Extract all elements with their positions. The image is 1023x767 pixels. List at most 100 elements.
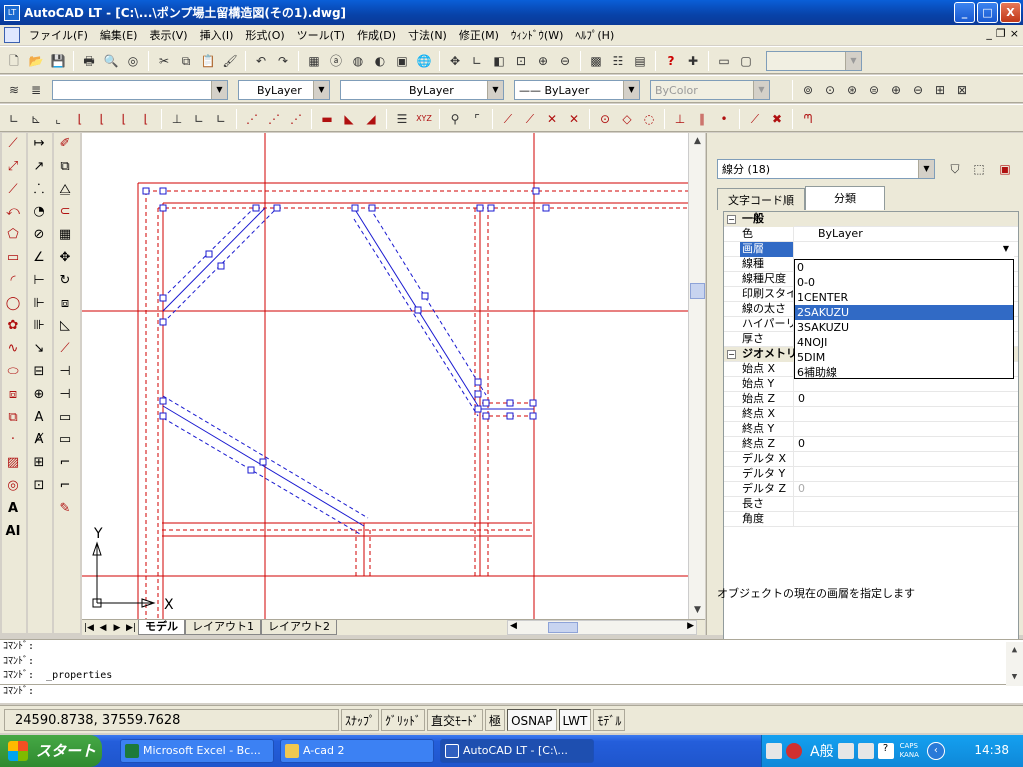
rectangle-icon[interactable]: ▭ — [2, 247, 24, 270]
ucs-x-icon[interactable]: ⊥ — [167, 109, 187, 129]
h-scroll-thumb[interactable] — [548, 622, 578, 633]
polyline-icon[interactable]: ⟋ — [2, 179, 24, 202]
minimize-button[interactable]: _ — [954, 2, 975, 23]
update-icon[interactable]: ✚ — [683, 51, 703, 71]
make-block-icon[interactable]: ⧉ — [2, 407, 24, 430]
drawing-vertical-scrollbar[interactable]: ▲ ▼ — [688, 133, 705, 619]
linetype-combo[interactable]: ByLayer ▼ — [340, 80, 504, 100]
ucs-origin-icon[interactable]: ⌞ — [48, 109, 68, 129]
category-general[interactable]: − 一般 — [724, 212, 1018, 227]
dim-text-edit-pal-icon[interactable]: Ⱥ — [28, 429, 50, 452]
grip[interactable] — [482, 399, 490, 407]
tab-categorized[interactable]: 分類 — [805, 186, 885, 210]
grip[interactable] — [351, 204, 359, 212]
lineweight-combo[interactable]: —— ByLayer ▼ — [514, 80, 640, 100]
globe-icon[interactable]: 🌐 — [414, 51, 434, 71]
dim-quick-pal-icon[interactable]: ⊢ — [28, 270, 50, 293]
pickadd-icon[interactable]: ▣ — [995, 159, 1015, 179]
prop-row[interactable]: 終点 Y — [724, 422, 1018, 437]
layer-option[interactable]: 0-0 — [795, 275, 1013, 290]
mdi-close-button[interactable]: × — [1010, 27, 1019, 40]
wblock-icon[interactable]: ◢ — [361, 109, 381, 129]
arc-polyline-icon[interactable]: ⤺ — [2, 201, 24, 224]
dim-continue-pal-icon[interactable]: ⊪ — [28, 315, 50, 338]
layer-dropdown-list[interactable]: 0 0-0 1CENTER 2SAKUZU 3SAKUZU 4NOJI 5DIM… — [794, 259, 1014, 379]
trim-icon[interactable]: ⊣ — [54, 361, 76, 384]
layer-dropdown[interactable]: ▼ — [794, 242, 1014, 257]
array-icon[interactable]: ▦ — [54, 224, 76, 247]
close-button[interactable]: X — [1000, 2, 1021, 23]
cut-icon[interactable]: ✂ — [154, 51, 174, 71]
taskbar-item-autocad[interactable]: AutoCAD LT - [C:\... — [440, 739, 594, 763]
grip[interactable] — [414, 306, 422, 314]
menu-view[interactable]: 表示(V) — [143, 27, 193, 43]
pan-icon[interactable]: ✥ — [445, 51, 465, 71]
dim-style-pal-icon[interactable]: ⊡ — [28, 475, 50, 498]
ellipse-icon[interactable]: ⬭ — [2, 361, 24, 384]
menu-edit[interactable]: 編集(E) — [94, 27, 144, 43]
publish-icon[interactable]: ◎ — [123, 51, 143, 71]
scroll-down-icon[interactable]: ▼ — [689, 602, 706, 619]
grip[interactable] — [159, 412, 167, 420]
dim-linear-icon[interactable]: ∟ — [4, 109, 24, 129]
grip[interactable] — [159, 294, 167, 302]
grip[interactable] — [529, 399, 537, 407]
explode-icon[interactable]: ✎ — [54, 498, 76, 521]
construction-line-icon[interactable]: ⤢ — [2, 156, 24, 179]
rotate-icon[interactable]: ↻ — [54, 270, 76, 293]
viewport-scale-combo[interactable]: ▼ — [766, 51, 862, 71]
snap-none-icon[interactable]: ✖ — [767, 109, 787, 129]
document-icon[interactable] — [4, 27, 20, 43]
region-icon[interactable]: ◎ — [2, 475, 24, 498]
fillet-icon[interactable]: ⌐ — [54, 475, 76, 498]
grip[interactable] — [474, 390, 482, 398]
keyboard-icon[interactable] — [766, 743, 782, 759]
grid-toggle[interactable]: ｸﾞﾘｯﾄﾞ — [381, 708, 426, 731]
grip[interactable] — [159, 397, 167, 405]
autocad-app-icon[interactable]: LT — [4, 4, 20, 21]
prop-row[interactable]: 始点 Z0 — [724, 392, 1018, 407]
redraw-icon[interactable]: ◐ — [370, 51, 390, 71]
menu-modify[interactable]: 修正(M) — [453, 27, 505, 43]
match-properties-icon[interactable]: 🖌 — [220, 51, 240, 71]
tab-prev-icon[interactable]: ◀ — [96, 623, 110, 633]
taskbar-item-excel[interactable]: Microsoft Excel - Bc... — [120, 739, 274, 763]
extend-icon[interactable]: ⊣ — [54, 384, 76, 407]
tab-next-icon[interactable]: ▶ — [110, 623, 124, 633]
ime-tool-icon[interactable] — [837, 743, 854, 759]
menu-window[interactable]: ｳｨﾝﾄﾞｳ(W) — [505, 27, 569, 43]
design-center-icon[interactable]: ▦ — [304, 51, 324, 71]
grip[interactable] — [421, 292, 429, 300]
zoom-dynamic-icon[interactable]: ⊛ — [842, 80, 862, 100]
grip[interactable] — [368, 204, 376, 212]
snap-intersection-icon[interactable]: ✕ — [542, 109, 562, 129]
grip[interactable] — [217, 262, 225, 270]
prop-row[interactable]: 終点 Z0 — [724, 437, 1018, 452]
grip[interactable] — [159, 204, 167, 212]
break-icon[interactable]: ▭ — [54, 429, 76, 452]
properties-icon[interactable]: ☷ — [608, 51, 628, 71]
selected-blue-lines[interactable] — [162, 207, 534, 527]
grip[interactable] — [159, 318, 167, 326]
menu-format[interactable]: 形式(O) — [239, 27, 290, 43]
ucs-object-icon[interactable]: ⌊ — [70, 109, 90, 129]
layer-option[interactable]: 4NOJI — [795, 335, 1013, 350]
layout-icon[interactable]: ▭ — [714, 51, 734, 71]
new-icon[interactable]: 🗋 — [4, 51, 24, 71]
menu-dimension[interactable]: 寸法(N) — [402, 27, 453, 43]
snap-tangent-icon[interactable]: ◌ — [639, 109, 659, 129]
hatch-icon[interactable]: ▨ — [2, 452, 24, 475]
print-icon[interactable]: 🖶 — [79, 51, 99, 71]
window-icon[interactable]: ◧ — [489, 51, 509, 71]
grip[interactable] — [474, 378, 482, 386]
brace-line-3[interactable] — [162, 405, 365, 527]
offset-icon[interactable]: ⊂ — [54, 201, 76, 224]
undo-icon[interactable]: ↶ — [251, 51, 271, 71]
tab-last-icon[interactable]: ▶| — [124, 623, 138, 633]
ucs-icon[interactable]: ∟ — [467, 51, 487, 71]
ucs-z-icon[interactable]: ∟ — [189, 109, 209, 129]
tolerance-pal-icon[interactable]: ⊟ — [28, 361, 50, 384]
prop-row[interactable]: デルタ Y — [724, 467, 1018, 482]
model-toggle[interactable]: ﾓﾃﾞﾙ — [593, 708, 626, 731]
tab-layout2[interactable]: レイアウト2 — [261, 620, 337, 635]
